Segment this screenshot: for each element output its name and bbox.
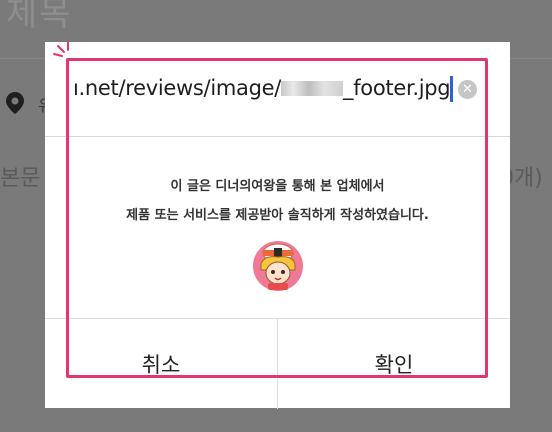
background-body-label: 본문 — [0, 166, 41, 191]
highlight-spark-icon — [53, 41, 69, 57]
highlight-box — [66, 58, 488, 378]
location-pin-icon — [6, 92, 24, 114]
background-title: 제목 — [6, 0, 73, 34]
background-location: 유 — [4, 88, 53, 118]
